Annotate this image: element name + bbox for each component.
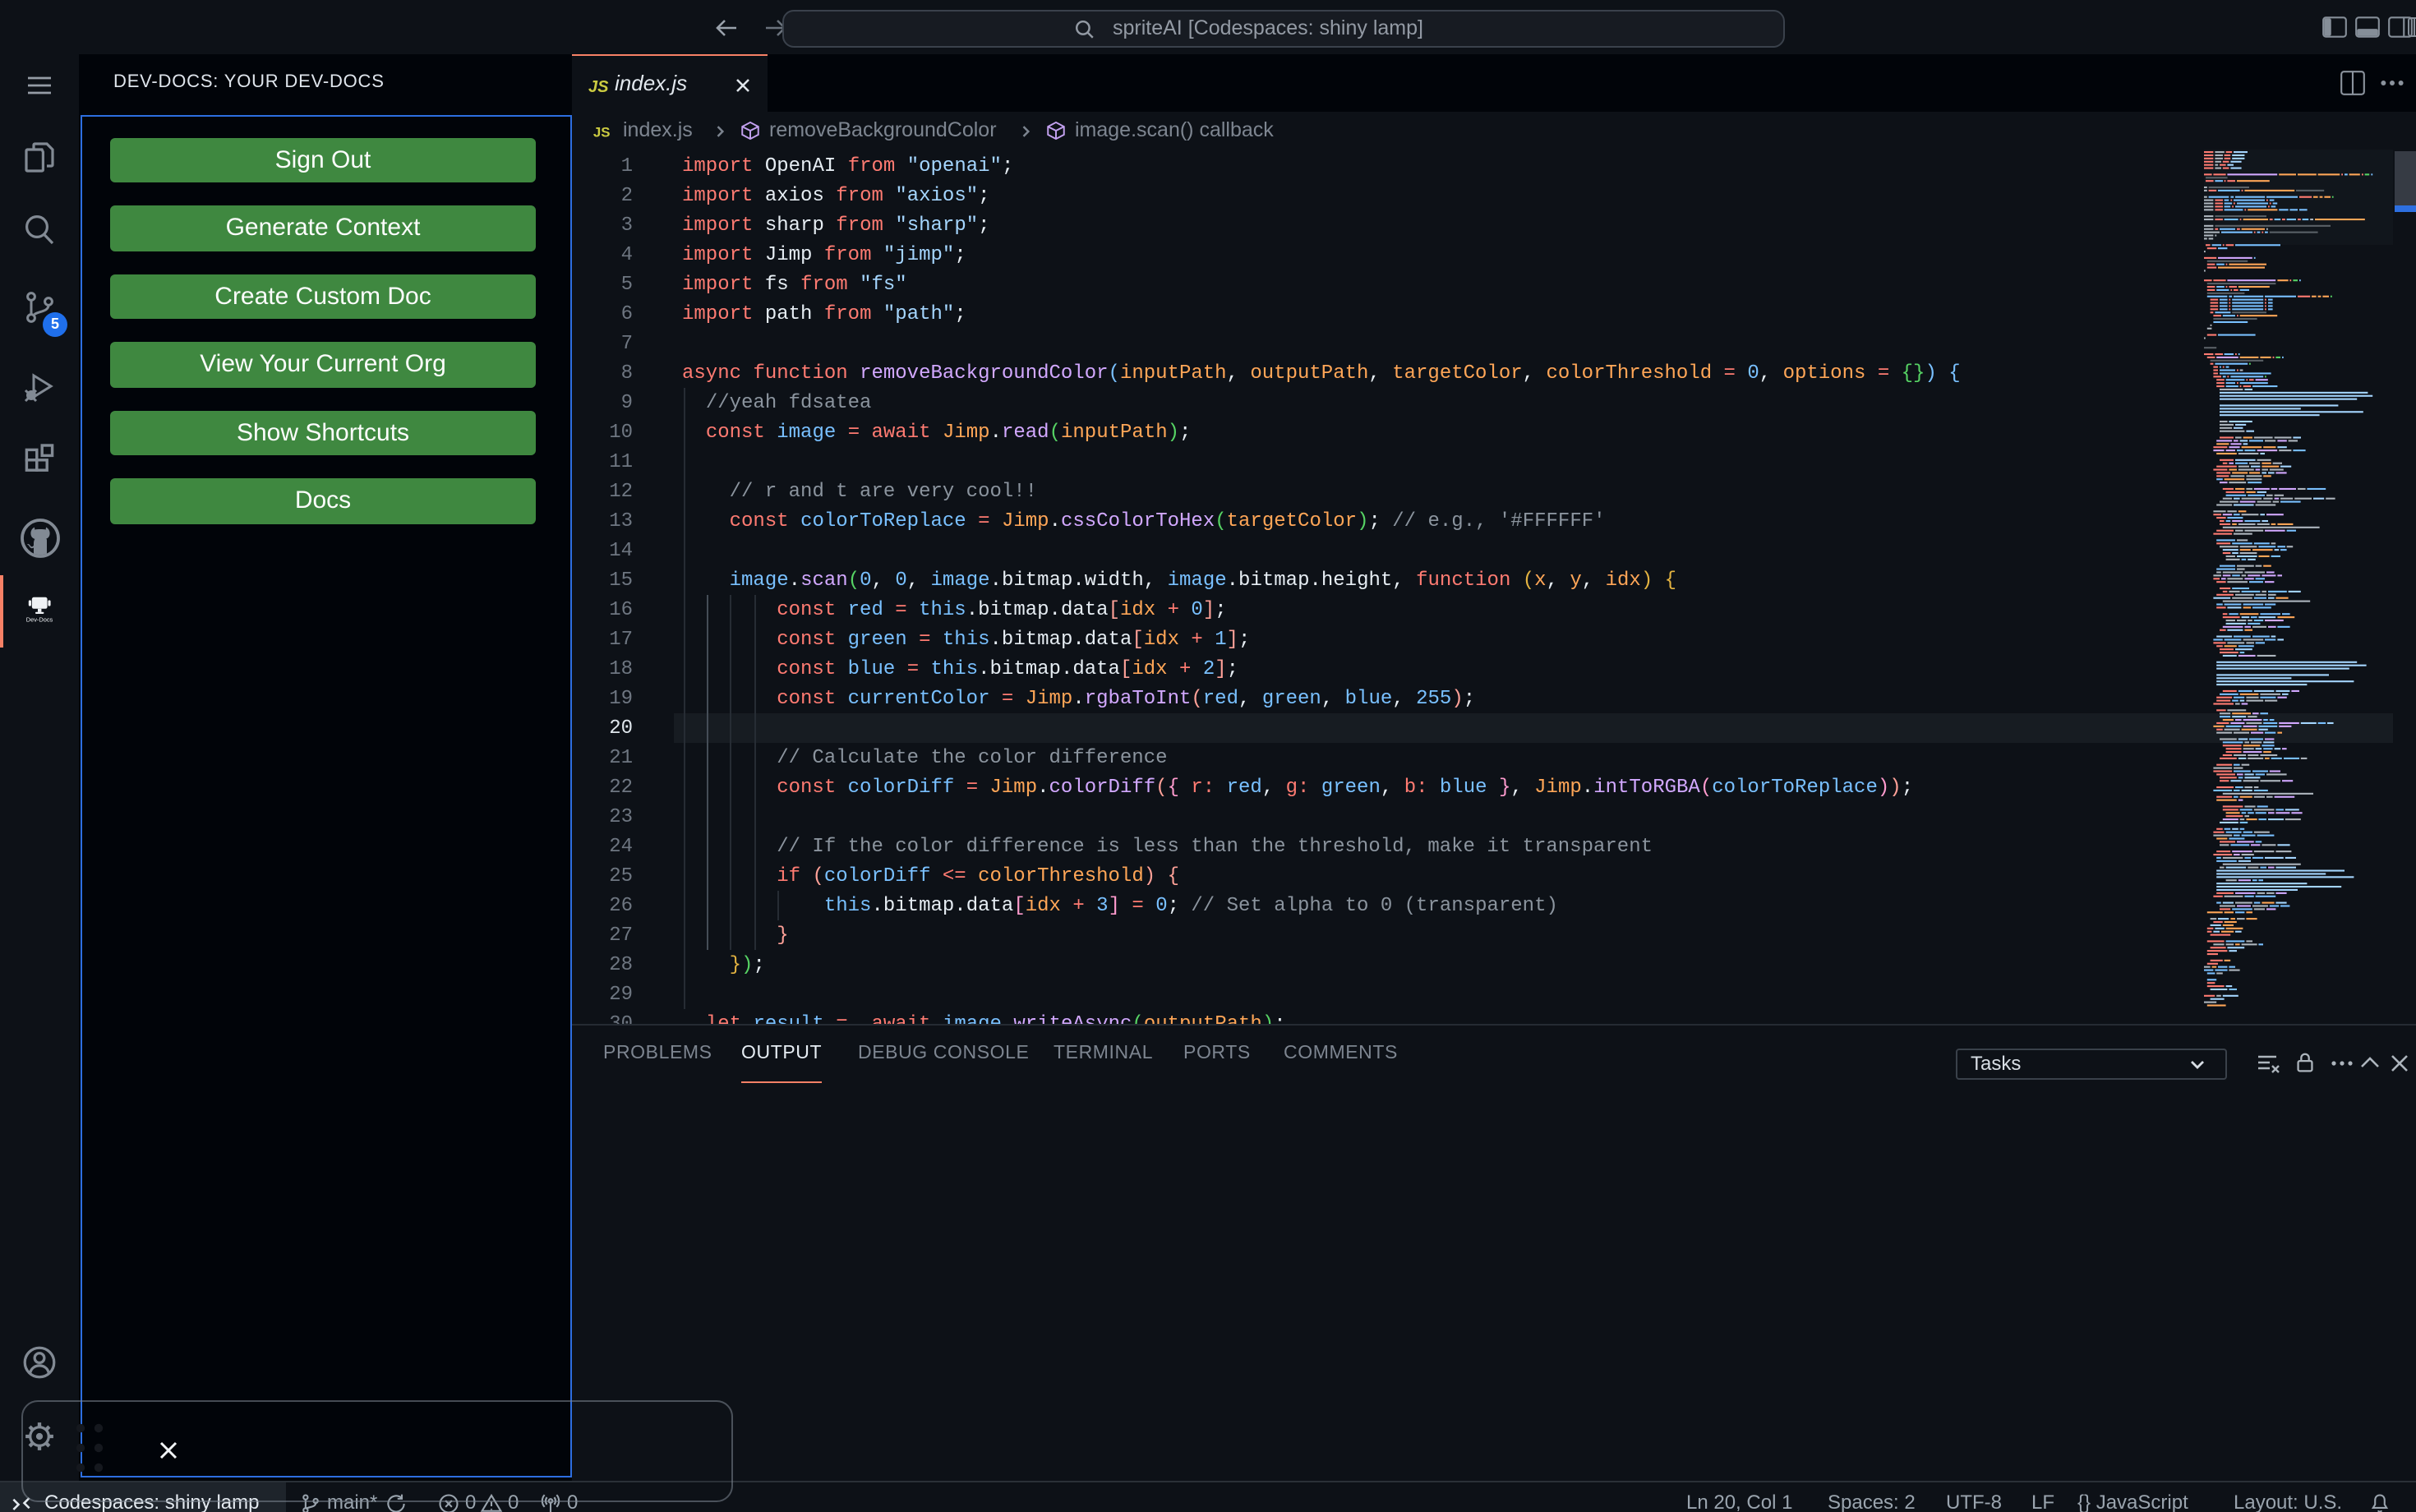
svg-text:Dev-Docs: Dev-Docs — [26, 615, 53, 623]
svg-text:JS: JS — [588, 78, 609, 96]
svg-text:JS: JS — [593, 125, 611, 141]
